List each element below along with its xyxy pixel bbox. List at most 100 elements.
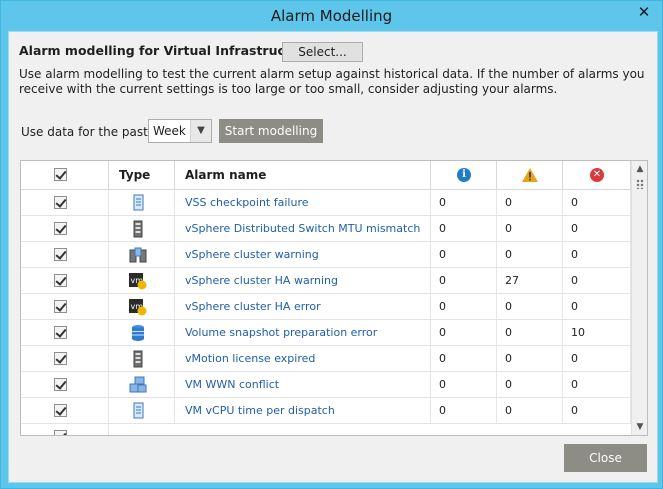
error-count: 0	[563, 346, 631, 371]
grid-header: Type Alarm name i ✕	[21, 161, 631, 190]
description-text: Use alarm modelling to test the current …	[19, 67, 645, 96]
error-count: 0	[563, 372, 631, 397]
alarm-modelling-window: Alarm Modelling ✕ Alarm modelling for Vi…	[0, 0, 663, 489]
alarm-name-link[interactable]: VM vCPU time per dispatch	[175, 398, 431, 423]
row-checkbox[interactable]	[54, 274, 67, 287]
row-checkbox-cell[interactable]	[21, 372, 109, 397]
row-checkbox-cell[interactable]	[21, 216, 109, 241]
table-row[interactable]: VSS checkpoint failure 0 0 0	[21, 190, 631, 216]
row-type-cell: vm	[109, 294, 175, 319]
row-checkbox[interactable]	[54, 248, 67, 261]
vm-network-icon	[129, 376, 147, 394]
error-count: 0	[563, 190, 631, 215]
info-count: 0	[431, 294, 497, 319]
row-checkbox-cell[interactable]	[21, 268, 109, 293]
close-button[interactable]: Close	[564, 444, 647, 472]
close-icon[interactable]: ✕	[633, 2, 655, 22]
period-dropdown-value: Week	[153, 124, 186, 138]
warning-count: 0	[497, 398, 563, 423]
title-bar[interactable]: Alarm Modelling ✕	[1, 1, 662, 31]
warning-count: 27	[497, 268, 563, 293]
select-all-checkbox[interactable]	[54, 168, 67, 181]
vm-document-icon	[129, 402, 147, 420]
error-count: 0	[563, 216, 631, 241]
row-checkbox[interactable]	[54, 404, 67, 417]
table-row[interactable]: vSphere cluster warning 0 0 0	[21, 242, 631, 268]
alarm-name-link[interactable]: vSphere Distributed Switch MTU mismatch	[175, 216, 431, 241]
period-label: Use data for the past	[21, 125, 148, 139]
info-count: 0	[431, 268, 497, 293]
row-type-cell	[109, 216, 175, 241]
table-row[interactable]	[21, 424, 631, 435]
dialog-body: Alarm modelling for Virtual Infrastructu…	[8, 31, 658, 483]
header-info[interactable]: i	[431, 161, 497, 189]
vertical-scrollbar[interactable]: ▲ ▼	[631, 161, 647, 435]
alarm-name-link[interactable]: vSphere cluster HA warning	[175, 268, 431, 293]
table-row[interactable]: Volume snapshot preparation error 0 0 10	[21, 320, 631, 346]
error-count: 10	[563, 320, 631, 345]
row-type-cell: vm	[109, 268, 175, 293]
row-checkbox-cell[interactable]	[21, 398, 109, 423]
row-checkbox-cell[interactable]	[21, 242, 109, 267]
row-checkbox-cell[interactable]	[21, 346, 109, 371]
server-icon	[129, 350, 147, 368]
warning-count: 0	[497, 372, 563, 397]
row-checkbox-cell[interactable]	[21, 294, 109, 319]
error-count: 0	[563, 294, 631, 319]
row-checkbox-cell[interactable]	[21, 320, 109, 345]
table-row[interactable]: vm vSphere cluster HA warning 0 27 0	[21, 268, 631, 294]
scroll-up-icon[interactable]: ▲	[632, 161, 647, 177]
scroll-grip-icon[interactable]	[636, 179, 644, 189]
period-dropdown[interactable]: Week ▼	[148, 119, 212, 143]
header-select-all[interactable]	[21, 161, 109, 189]
vm-bell-icon: vm	[129, 298, 147, 316]
row-checkbox-cell[interactable]	[21, 190, 109, 215]
start-modelling-button[interactable]: Start modelling	[219, 119, 323, 143]
table-row[interactable]: vSphere Distributed Switch MTU mismatch 0…	[21, 216, 631, 242]
row-type-cell	[109, 320, 175, 345]
row-checkbox[interactable]	[54, 430, 67, 435]
table-row[interactable]: vm vSphere cluster HA error 0 0 0	[21, 294, 631, 320]
warning-count: 0	[497, 320, 563, 345]
row-type-cell	[109, 190, 175, 215]
chevron-down-icon[interactable]: ▼	[190, 120, 211, 142]
cluster-icon	[129, 246, 147, 264]
row-checkbox[interactable]	[54, 196, 67, 209]
row-checkbox[interactable]	[54, 352, 67, 365]
row-checkbox-cell[interactable]	[21, 424, 109, 435]
window-title: Alarm Modelling	[270, 7, 393, 25]
error-icon: ✕	[590, 168, 604, 182]
info-icon: i	[457, 168, 471, 182]
error-count: 0	[563, 242, 631, 267]
warning-count: 0	[497, 242, 563, 267]
header-error[interactable]: ✕	[563, 161, 631, 189]
warning-count: 0	[497, 216, 563, 241]
table-row[interactable]: VM WWN conflict 0 0 0	[21, 372, 631, 398]
info-count: 0	[431, 372, 497, 397]
table-row[interactable]: vMotion license expired 0 0 0	[21, 346, 631, 372]
info-count: 0	[431, 346, 497, 371]
row-checkbox[interactable]	[54, 222, 67, 235]
header-type[interactable]: Type	[109, 161, 175, 189]
alarm-name-link[interactable]: Volume snapshot preparation error	[175, 320, 431, 345]
header-warning[interactable]	[497, 161, 563, 189]
alarm-name-link[interactable]: VSS checkpoint failure	[175, 190, 431, 215]
row-checkbox[interactable]	[54, 300, 67, 313]
vm-bell-icon: vm	[129, 272, 147, 290]
table-row[interactable]: VM vCPU time per dispatch 0 0 0	[21, 398, 631, 424]
row-type-cell	[109, 372, 175, 397]
alarm-name-link[interactable]: VM WWN conflict	[175, 372, 431, 397]
row-checkbox[interactable]	[54, 378, 67, 391]
warning-icon	[522, 168, 538, 182]
section-heading: Alarm modelling for Virtual Infrastructu…	[19, 43, 315, 58]
error-count: 0	[563, 268, 631, 293]
alarm-name-link[interactable]: vSphere cluster warning	[175, 242, 431, 267]
row-type-cell	[109, 242, 175, 267]
row-type-cell	[109, 346, 175, 371]
alarm-name-link[interactable]: vSphere cluster HA error	[175, 294, 431, 319]
alarm-name-link[interactable]: vMotion license expired	[175, 346, 431, 371]
scroll-down-icon[interactable]: ▼	[632, 419, 647, 435]
select-button[interactable]: Select...	[282, 42, 363, 62]
header-alarm-name[interactable]: Alarm name	[175, 161, 431, 189]
row-checkbox[interactable]	[54, 326, 67, 339]
